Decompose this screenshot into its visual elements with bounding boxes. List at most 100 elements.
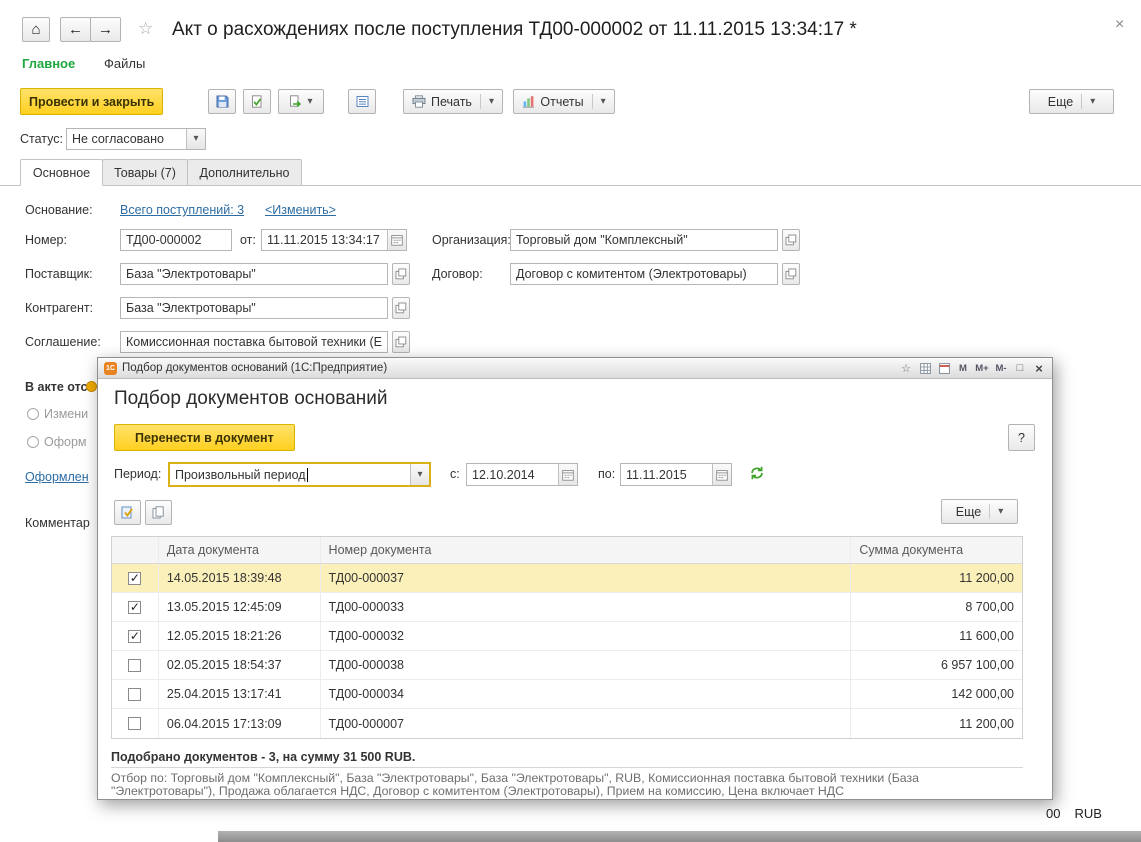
forward-button[interactable]: → bbox=[90, 17, 121, 42]
dialog-close-button[interactable]: × bbox=[1032, 361, 1046, 376]
nav-tab-main[interactable]: Главное bbox=[22, 56, 75, 71]
supplier-open-button[interactable] bbox=[392, 263, 410, 285]
agreement-open-button[interactable] bbox=[392, 331, 410, 353]
divider bbox=[989, 504, 990, 519]
back-button[interactable]: ← bbox=[60, 17, 91, 42]
period-dropdown-button[interactable]: ▾ bbox=[410, 464, 429, 485]
period-from-value: 12.10.2014 bbox=[467, 468, 558, 482]
save-button[interactable] bbox=[208, 89, 236, 114]
structure-report-button[interactable] bbox=[348, 89, 376, 114]
contract-open-button[interactable] bbox=[782, 263, 800, 285]
dialog-more-label: Еще bbox=[956, 505, 981, 519]
reports-button[interactable]: Отчеты ▾ bbox=[513, 89, 615, 114]
status-dropdown-button[interactable]: ▾ bbox=[186, 129, 205, 149]
m-button[interactable]: M bbox=[956, 361, 970, 376]
status-select[interactable]: Не согласовано ▾ bbox=[66, 128, 206, 150]
calendar-button[interactable] bbox=[387, 230, 406, 250]
dialog-heading: Подбор документов оснований bbox=[114, 388, 388, 410]
doc-amount-cell: 8 700,00 bbox=[851, 593, 1022, 621]
home-icon: ⌂ bbox=[31, 21, 40, 38]
calendar-button[interactable] bbox=[712, 464, 731, 485]
post-and-close-button[interactable]: Провести и закрыть bbox=[20, 88, 163, 115]
help-label: ? bbox=[1018, 431, 1025, 445]
counterparty-open-button[interactable] bbox=[392, 297, 410, 319]
organization-open-button[interactable] bbox=[782, 229, 800, 251]
basis-link[interactable]: Всего поступлений: 3 bbox=[120, 203, 244, 217]
date-field[interactable]: 11.11.2015 13:34:17 bbox=[261, 229, 407, 251]
dialog-titlebar[interactable]: 1С Подбор документов оснований (1С:Предп… bbox=[98, 358, 1052, 379]
m-minus-button[interactable]: M- bbox=[994, 361, 1008, 376]
check-all-button[interactable] bbox=[114, 500, 141, 525]
table-row[interactable]: 12.05.2015 18:21:26 ТД00-000032 11 600,0… bbox=[112, 622, 1022, 651]
number-column-header[interactable]: Номер документа bbox=[321, 537, 852, 563]
radio-option-2[interactable] bbox=[27, 436, 39, 448]
more-button[interactable]: Еще ▾ bbox=[1029, 89, 1114, 114]
radio-option-1[interactable] bbox=[27, 408, 39, 420]
table-row[interactable]: 06.04.2015 17:13:09 ТД00-000007 11 200,0… bbox=[112, 709, 1022, 738]
currency-label: RUB bbox=[1074, 806, 1101, 821]
home-button[interactable]: ⌂ bbox=[22, 17, 50, 42]
doc-amount-cell: 11 600,00 bbox=[851, 622, 1022, 650]
refresh-button[interactable] bbox=[748, 465, 766, 481]
agreement-label: Соглашение: bbox=[25, 335, 101, 349]
row-checkbox[interactable] bbox=[128, 601, 141, 614]
issued-acts-link[interactable]: Оформлен bbox=[25, 470, 89, 484]
dialog-more-button[interactable]: Еще ▾ bbox=[941, 499, 1018, 524]
page-title: Акт о расхождениях после поступления ТД0… bbox=[172, 19, 857, 41]
row-checkbox[interactable] bbox=[128, 630, 141, 643]
total-amount: 00 RUB bbox=[1046, 806, 1102, 821]
period-from-field[interactable]: 12.10.2014 bbox=[466, 463, 578, 486]
number-field[interactable]: ТД00-000002 bbox=[120, 229, 232, 251]
counterparty-field[interactable]: База "Электротовары" bbox=[120, 297, 388, 319]
row-checkbox[interactable] bbox=[128, 717, 141, 730]
date-label: от: bbox=[240, 233, 256, 247]
supplier-value: База "Электротовары" bbox=[121, 267, 387, 281]
dialog-star-icon[interactable]: ☆ bbox=[899, 361, 913, 376]
row-checkbox[interactable] bbox=[128, 659, 141, 672]
period-to-field[interactable]: 11.11.2015 bbox=[620, 463, 732, 486]
open-icon bbox=[785, 268, 797, 280]
contract-field[interactable]: Договор с комитентом (Электротовары) bbox=[510, 263, 778, 285]
window-close-button[interactable]: × bbox=[1115, 16, 1124, 34]
tab-additional[interactable]: Дополнительно bbox=[187, 159, 302, 186]
create-based-on-button[interactable]: ▾ bbox=[278, 89, 324, 114]
row-checkbox[interactable] bbox=[128, 572, 141, 585]
basis-change-link[interactable]: <Изменить> bbox=[265, 203, 336, 217]
post-document-button[interactable] bbox=[243, 89, 271, 114]
transfer-to-document-button[interactable]: Перенести в документ bbox=[114, 424, 295, 451]
calendar-button[interactable] bbox=[558, 464, 577, 485]
row-checkbox[interactable] bbox=[128, 688, 141, 701]
grid-icon[interactable] bbox=[918, 361, 932, 376]
table-row[interactable]: 25.04.2015 13:17:41 ТД00-000034 142 000,… bbox=[112, 680, 1022, 709]
help-button[interactable]: ? bbox=[1008, 424, 1035, 451]
m-plus-button[interactable]: M+ bbox=[975, 361, 989, 376]
supplier-field[interactable]: База "Электротовары" bbox=[120, 263, 388, 285]
calendar-icon bbox=[562, 469, 574, 481]
tab-additional-label: Дополнительно bbox=[200, 166, 290, 180]
open-icon bbox=[395, 302, 407, 314]
organization-field[interactable]: Торговый дом "Комплексный" bbox=[510, 229, 778, 251]
organization-value: Торговый дом "Комплексный" bbox=[511, 233, 777, 247]
basis-label: Основание: bbox=[25, 203, 93, 217]
dialog-maximize-button[interactable]: □ bbox=[1013, 361, 1027, 376]
selection-summary: Подобрано документов - 3, на сумму 31 50… bbox=[111, 750, 415, 764]
uncheck-all-button[interactable] bbox=[145, 500, 172, 525]
doc-number-cell: ТД00-000037 bbox=[321, 564, 852, 592]
date-column-header[interactable]: Дата документа bbox=[159, 537, 321, 563]
chevron-down-icon: ▾ bbox=[489, 97, 494, 107]
tab-goods[interactable]: Товары (7) bbox=[102, 159, 188, 186]
calendar-31-icon[interactable] bbox=[937, 361, 951, 376]
amount-column-header[interactable]: Сумма документа bbox=[851, 537, 1022, 563]
tab-main[interactable]: Основное bbox=[20, 159, 103, 186]
filter-description: Отбор по: Торговый дом "Комплексный", Ба… bbox=[111, 772, 1025, 798]
agreement-field[interactable]: Комиссионная поставка бытовой техники (Е bbox=[120, 331, 388, 353]
table-row[interactable]: 02.05.2015 18:54:37 ТД00-000038 6 957 10… bbox=[112, 651, 1022, 680]
radio-option-1-label: Измени bbox=[44, 407, 88, 421]
print-button[interactable]: Печать ▾ bbox=[403, 89, 503, 114]
table-row[interactable]: 13.05.2015 12:45:09 ТД00-000033 8 700,00 bbox=[112, 593, 1022, 622]
favorite-star-icon[interactable]: ☆ bbox=[138, 19, 153, 39]
period-select[interactable]: Произвольный период ▾ bbox=[168, 462, 431, 487]
doc-date-cell: 02.05.2015 18:54:37 bbox=[159, 651, 321, 679]
table-row[interactable]: 14.05.2015 18:39:48 ТД00-000037 11 200,0… bbox=[112, 564, 1022, 593]
nav-tab-files[interactable]: Файлы bbox=[104, 56, 145, 71]
